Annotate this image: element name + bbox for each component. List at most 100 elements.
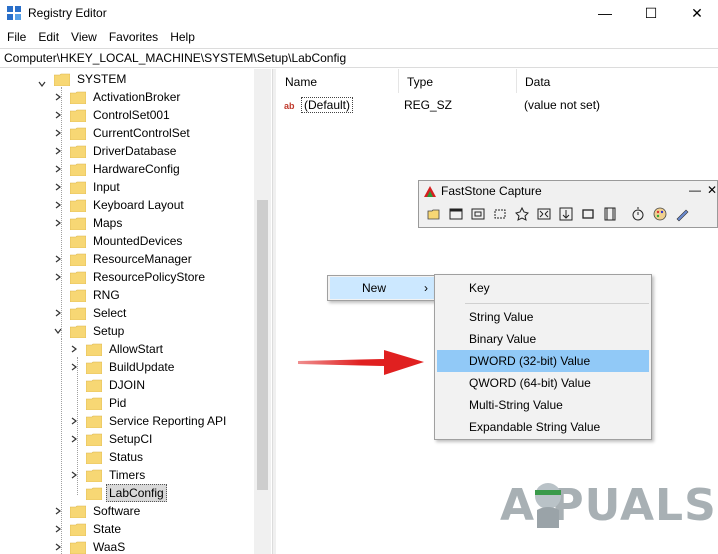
tree-item[interactable]: SetupCI <box>70 430 155 448</box>
chevron-right-icon[interactable] <box>54 219 62 227</box>
capture-rectangle-icon[interactable] <box>489 204 511 224</box>
output-palette-icon[interactable] <box>649 204 671 224</box>
menu-item-string-value[interactable]: String Value <box>437 306 649 328</box>
capture-window-icon[interactable] <box>445 204 467 224</box>
chevron-right-icon[interactable] <box>54 147 62 155</box>
menu-item-key[interactable]: Key <box>437 277 649 299</box>
faststone-minimize-icon[interactable]: — <box>689 183 701 197</box>
menu-help[interactable]: Help <box>165 27 200 47</box>
chevron-down-icon[interactable] <box>38 80 46 88</box>
capture-fixed-region-icon[interactable] <box>577 204 599 224</box>
menu-favorites[interactable]: Favorites <box>104 27 163 47</box>
tree-item[interactable]: MountedDevices <box>54 232 185 250</box>
column-header-data[interactable]: Data <box>517 69 718 93</box>
chevron-right-icon[interactable] <box>54 111 62 119</box>
menu-item-dword-value[interactable]: DWORD (32-bit) Value <box>437 350 649 372</box>
tree-item[interactable]: DJOIN <box>70 376 148 394</box>
chevron-right-icon[interactable] <box>54 507 62 515</box>
tree-label: ControlSet001 <box>93 108 170 122</box>
chevron-right-icon[interactable] <box>70 345 78 353</box>
tree-item[interactable]: ControlSet001 <box>54 106 173 124</box>
chevron-right-icon[interactable] <box>54 255 62 263</box>
tree-item[interactable]: State <box>54 520 124 538</box>
menu-file[interactable]: File <box>2 27 31 47</box>
tree-item-system[interactable]: SYSTEM <box>38 70 129 88</box>
value-row[interactable]: ab (Default) <box>283 96 354 114</box>
tree-item-labconfig[interactable]: LabConfig <box>70 484 167 502</box>
chevron-right-icon[interactable] <box>54 525 62 533</box>
screen-recorder-icon[interactable] <box>599 204 621 224</box>
tree-item-setup[interactable]: Setup <box>54 322 127 340</box>
open-icon[interactable] <box>423 204 445 224</box>
menu-item-qword-value[interactable]: QWORD (64-bit) Value <box>437 372 649 394</box>
menu-edit[interactable]: Edit <box>33 27 64 47</box>
chevron-right-icon[interactable] <box>70 435 78 443</box>
tree-label: Setup <box>93 324 125 338</box>
chevron-right-icon[interactable] <box>54 309 62 317</box>
pane-splitter[interactable] <box>272 69 276 554</box>
red-arrow-annotation <box>298 350 424 375</box>
column-header-name[interactable]: Name <box>277 69 399 93</box>
menu-item-multi-string-value[interactable]: Multi-String Value <box>437 394 649 416</box>
minimize-button[interactable]: — <box>582 0 628 26</box>
column-header-type[interactable]: Type <box>399 69 517 93</box>
capture-object-icon[interactable] <box>467 204 489 224</box>
tree-label: WaaS <box>93 540 126 554</box>
tree-item[interactable]: Software <box>54 502 143 520</box>
tree-item[interactable]: WaaS <box>54 538 128 554</box>
chevron-right-icon[interactable] <box>70 363 78 371</box>
tree-label: ResourcePolicyStore <box>93 270 206 284</box>
tree-item[interactable]: ResourceManager <box>54 250 195 268</box>
tree-item[interactable]: Keyboard Layout <box>54 196 187 214</box>
maximize-icon: ☐ <box>644 4 658 21</box>
capture-scrolling-icon[interactable] <box>555 204 577 224</box>
tree-pane[interactable]: SYSTEM ActivationBroker ControlSet001 Curr… <box>0 69 270 554</box>
chevron-right-icon[interactable] <box>54 129 62 137</box>
tree-item[interactable]: Input <box>54 178 123 196</box>
tree-item[interactable]: Timers <box>70 466 148 484</box>
tree-item[interactable]: Pid <box>70 394 129 412</box>
menu-item-expandable-string-value[interactable]: Expandable String Value <box>437 416 649 438</box>
tree-item[interactable]: Select <box>54 304 129 322</box>
tree-item[interactable]: RNG <box>54 286 123 304</box>
faststone-capture-toolbar[interactable]: FastStone Capture — ✕ <box>418 180 718 228</box>
folder-icon <box>70 253 86 266</box>
folder-icon <box>70 163 86 176</box>
settings-icon[interactable] <box>671 204 693 224</box>
menu-item-new[interactable]: New › <box>330 277 434 299</box>
tree-item[interactable]: HardwareConfig <box>54 160 183 178</box>
tree-item[interactable]: ResourcePolicyStore <box>54 268 208 286</box>
chevron-right-icon[interactable] <box>54 183 62 191</box>
tree-label: ActivationBroker <box>93 90 181 104</box>
tree-label: SYSTEM <box>77 72 127 86</box>
tree-item[interactable]: ActivationBroker <box>54 88 183 106</box>
chevron-right-icon[interactable] <box>70 471 78 479</box>
maximize-button[interactable]: ☐ <box>628 0 674 26</box>
chevron-right-icon[interactable] <box>54 543 62 551</box>
tree-item[interactable]: DriverDatabase <box>54 142 179 160</box>
chevron-right-icon[interactable] <box>54 201 62 209</box>
tree-item[interactable]: CurrentControlSet <box>54 124 193 142</box>
chevron-right-icon[interactable] <box>54 93 62 101</box>
tree-item[interactable]: AllowStart <box>70 340 166 358</box>
capture-fullscreen-icon[interactable] <box>533 204 555 224</box>
tree-label: SetupCI <box>109 432 153 446</box>
menu-item-binary-value[interactable]: Binary Value <box>437 328 649 350</box>
faststone-close-icon[interactable]: ✕ <box>707 183 717 197</box>
tree-item[interactable]: BuildUpdate <box>70 358 177 376</box>
delay-timer-icon[interactable] <box>627 204 649 224</box>
chevron-right-icon[interactable] <box>54 273 62 281</box>
tree-item[interactable]: Status <box>70 448 146 466</box>
tree-item[interactable]: Service Reporting API <box>70 412 229 430</box>
tree-item[interactable]: Maps <box>54 214 125 232</box>
menu-view[interactable]: View <box>66 27 102 47</box>
faststone-logo-icon <box>424 186 436 197</box>
chevron-right-icon[interactable] <box>54 165 62 173</box>
close-button[interactable]: ✕ <box>674 0 718 26</box>
address-bar[interactable]: Computer\HKEY_LOCAL_MACHINE\SYSTEM\Setup… <box>0 48 718 68</box>
capture-freehand-icon[interactable] <box>511 204 533 224</box>
chevron-right-icon[interactable] <box>70 417 78 425</box>
faststone-tools <box>423 204 693 224</box>
tree-scrollbar-thumb[interactable] <box>257 200 268 490</box>
chevron-down-icon[interactable] <box>54 327 62 335</box>
